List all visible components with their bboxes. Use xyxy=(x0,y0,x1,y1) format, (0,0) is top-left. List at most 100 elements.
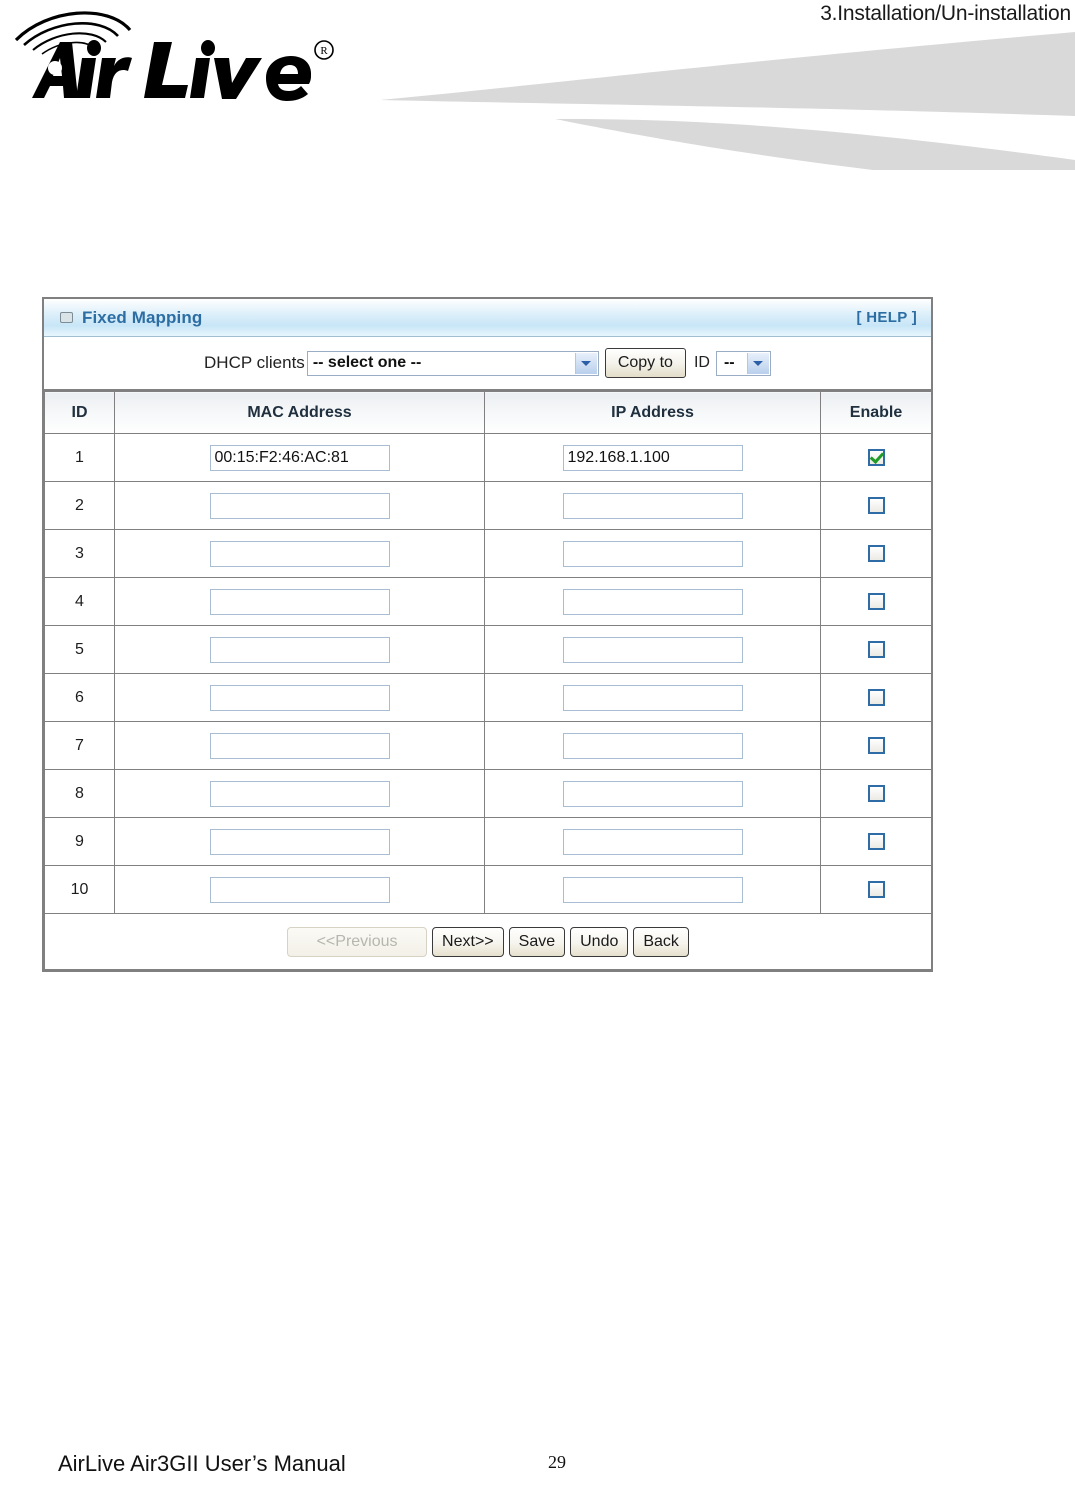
panel-titlebar: Fixed Mapping [ HELP ] xyxy=(44,299,931,337)
ip-address-input[interactable] xyxy=(562,588,743,615)
column-header-ip: IP Address xyxy=(484,391,821,434)
enable-cell xyxy=(820,529,932,578)
mac-address-input[interactable] xyxy=(209,780,390,807)
action-buttons: <<Previous Next>> Save Undo Back xyxy=(287,926,689,957)
mac-address-input[interactable] xyxy=(209,732,390,759)
ip-address-input[interactable] xyxy=(562,828,743,855)
enable-checkbox[interactable] xyxy=(867,880,885,898)
enable-checkbox[interactable] xyxy=(867,832,885,850)
back-button[interactable]: Back xyxy=(633,926,689,957)
mac-address-input[interactable] xyxy=(209,684,390,711)
id-select-value: -- xyxy=(723,354,735,371)
row-id-cell: 4 xyxy=(44,577,115,626)
enable-cell xyxy=(820,577,932,626)
ip-address-cell xyxy=(484,769,821,818)
table-row: 10 xyxy=(44,865,932,914)
table-row: 1 xyxy=(44,433,932,482)
enable-cell xyxy=(820,865,932,914)
ip-address-input[interactable] xyxy=(562,636,743,663)
enable-checkbox[interactable] xyxy=(867,592,885,610)
mac-address-input[interactable] xyxy=(209,588,390,615)
footer-page-number: 29 xyxy=(548,1452,566,1472)
mac-address-input[interactable] xyxy=(209,492,390,519)
help-link[interactable]: [ HELP ] xyxy=(857,309,917,326)
copy-to-button[interactable]: Copy to xyxy=(604,348,686,378)
table-body: 12345678910 xyxy=(44,433,932,914)
row-id-cell: 5 xyxy=(44,625,115,674)
enable-checkbox[interactable] xyxy=(867,448,885,466)
ip-address-cell xyxy=(484,817,821,866)
enable-checkbox[interactable] xyxy=(867,640,885,658)
ip-address-cell xyxy=(484,481,821,530)
fixed-mapping-table: ID MAC Address IP Address Enable 1234567… xyxy=(44,391,932,970)
mac-address-input[interactable] xyxy=(209,828,390,855)
mac-address-cell xyxy=(114,625,485,674)
chevron-down-icon[interactable] xyxy=(574,352,597,374)
mac-address-cell xyxy=(114,529,485,578)
mac-address-input[interactable] xyxy=(209,636,390,663)
row-id-cell: 7 xyxy=(44,721,115,770)
ip-address-input[interactable] xyxy=(562,492,743,519)
mac-address-input[interactable] xyxy=(209,444,390,471)
next-button[interactable]: Next>> xyxy=(432,926,504,957)
table-row: 9 xyxy=(44,817,932,866)
mac-address-cell xyxy=(114,673,485,722)
dhcp-clients-bar: DHCP clients -- select one -- Copy to ID… xyxy=(44,337,931,391)
row-id-cell: 10 xyxy=(44,865,115,914)
enable-cell xyxy=(820,673,932,722)
dhcp-clients-select[interactable]: -- select one -- xyxy=(306,350,599,376)
column-header-enable: Enable xyxy=(820,391,932,434)
fixed-mapping-panel: Fixed Mapping [ HELP ] DHCP clients -- s… xyxy=(42,297,933,972)
dhcp-clients-select-value: -- select one -- xyxy=(312,354,422,371)
ip-address-input[interactable] xyxy=(562,876,743,903)
table-row: 7 xyxy=(44,721,932,770)
table-footer: <<Previous Next>> Save Undo Back xyxy=(44,913,932,970)
chevron-down-icon[interactable] xyxy=(746,352,769,374)
ip-address-input[interactable] xyxy=(562,732,743,759)
ip-address-input[interactable] xyxy=(562,684,743,711)
row-id-cell: 3 xyxy=(44,529,115,578)
ip-address-cell xyxy=(484,529,821,578)
mac-address-cell xyxy=(114,433,485,482)
ip-address-input[interactable] xyxy=(562,444,743,471)
table-header: ID MAC Address IP Address Enable xyxy=(44,391,932,434)
enable-checkbox[interactable] xyxy=(867,688,885,706)
enable-checkbox[interactable] xyxy=(867,784,885,802)
table-row: 8 xyxy=(44,769,932,818)
previous-button[interactable]: <<Previous xyxy=(287,926,428,957)
mac-address-input[interactable] xyxy=(209,876,390,903)
table-row: 6 xyxy=(44,673,932,722)
table-row: 3 xyxy=(44,529,932,578)
mac-address-cell xyxy=(114,577,485,626)
row-id-cell: 1 xyxy=(44,433,115,482)
id-select[interactable]: -- xyxy=(715,350,771,376)
enable-cell xyxy=(820,625,932,674)
row-id-cell: 8 xyxy=(44,769,115,818)
enable-checkbox[interactable] xyxy=(867,544,885,562)
airlive-logo: R xyxy=(14,11,334,101)
footer-manual-title: AirLive Air3GII User’s Manual xyxy=(58,1451,346,1476)
dhcp-clients-label: DHCP clients xyxy=(204,353,305,372)
ip-address-cell xyxy=(484,721,821,770)
table-row: 5 xyxy=(44,625,932,674)
enable-cell xyxy=(820,721,932,770)
mac-address-cell xyxy=(114,721,485,770)
ip-address-input[interactable] xyxy=(562,780,743,807)
row-id-cell: 9 xyxy=(44,817,115,866)
enable-checkbox[interactable] xyxy=(867,496,885,514)
ip-address-cell xyxy=(484,865,821,914)
page-footer: AirLive Air3GII User’s Manual 29 xyxy=(0,1437,1075,1477)
ip-address-input[interactable] xyxy=(562,540,743,567)
button-row-cell: <<Previous Next>> Save Undo Back xyxy=(44,913,932,970)
enable-checkbox[interactable] xyxy=(867,736,885,754)
column-header-mac: MAC Address xyxy=(114,391,485,434)
save-button[interactable]: Save xyxy=(508,926,566,957)
mac-address-input[interactable] xyxy=(209,540,390,567)
enable-cell xyxy=(820,817,932,866)
ip-address-cell xyxy=(484,577,821,626)
header-swoosh-graphic xyxy=(380,32,1075,170)
button-row: <<Previous Next>> Save Undo Back xyxy=(44,913,932,970)
table-header-row: ID MAC Address IP Address Enable xyxy=(44,391,932,434)
page-header: 3.Installation/Un-installation R xyxy=(0,0,1075,170)
undo-button[interactable]: Undo xyxy=(570,926,629,957)
